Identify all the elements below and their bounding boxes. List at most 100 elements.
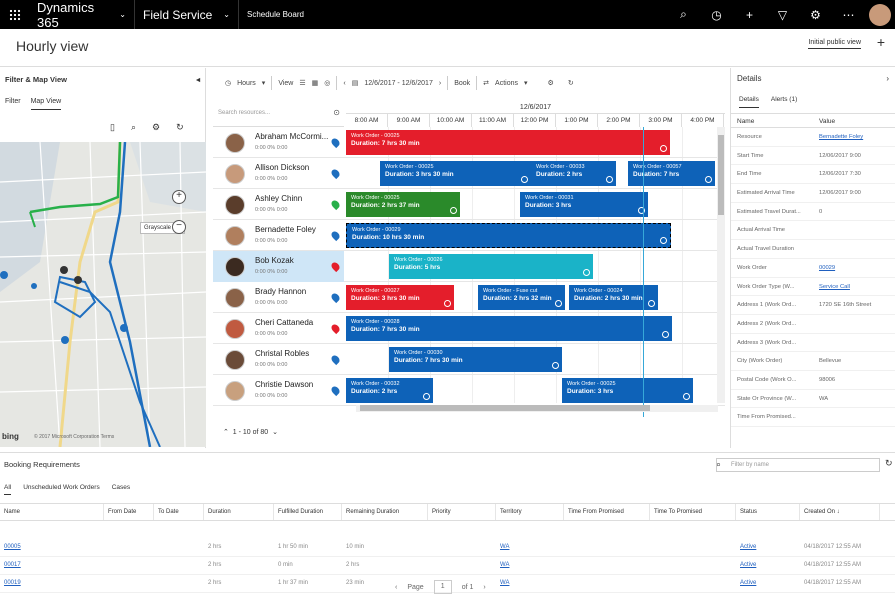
column-header[interactable]: Fulfilled Duration — [274, 504, 342, 520]
page-input[interactable]: 1 — [433, 580, 452, 594]
booking-block[interactable]: Work Order - 00026 Duration: 5 hrs — [389, 254, 593, 279]
cell-ter[interactable]: WA — [496, 557, 564, 574]
map-pin-icon[interactable] — [329, 229, 342, 242]
gear-icon[interactable]: ⚙ — [799, 8, 832, 22]
column-header[interactable]: Territory — [496, 504, 564, 520]
booking-block[interactable]: Work Order - Fuse cut Duration: 2 hrs 32 … — [478, 285, 565, 310]
map-pin-icon[interactable] — [329, 136, 342, 149]
map-pin-icon[interactable] — [329, 322, 342, 335]
next-icon[interactable]: › — [439, 80, 441, 87]
next-page-icon[interactable]: › — [483, 584, 485, 591]
resource-cell[interactable]: Bernadette Foley 0:00 0% 0:00 — [213, 220, 344, 251]
booking-block[interactable]: Work Order - 00027 Duration: 3 hrs 30 min — [346, 285, 454, 310]
filter-by-name-input[interactable]: Filter by name — [716, 458, 880, 472]
cell-name[interactable]: 00019 — [0, 575, 104, 592]
horizontal-scrollbar[interactable] — [356, 405, 718, 412]
tab-details[interactable]: Details — [739, 96, 759, 108]
column-header[interactable]: Time From Promised — [564, 504, 650, 520]
column-header[interactable]: Name — [0, 504, 104, 520]
view-selector[interactable]: Initial public view — [808, 39, 861, 49]
detail-value[interactable]: Bernadette Foley — [813, 128, 895, 146]
history-icon[interactable]: ◷ — [700, 8, 733, 22]
add-view-icon[interactable]: + — [877, 34, 885, 50]
resource-cell[interactable]: Allison Dickson 0:00 0% 0:00 — [213, 158, 344, 189]
vertical-scrollbar[interactable] — [717, 127, 725, 403]
calendar-icon[interactable]: ▤ — [352, 79, 359, 87]
gear-icon[interactable]: ⚙ — [152, 122, 160, 133]
book-button[interactable]: Book — [454, 80, 470, 87]
filter-icon[interactable]: ▽ — [766, 8, 799, 22]
booking-block[interactable]: Work Order - 00025 Duration: 2 hrs 37 min — [346, 192, 460, 217]
refresh-icon[interactable]: ↻ — [885, 458, 893, 469]
map[interactable]: Grayscale + − bing © 2017 Microsoft Corp… — [0, 142, 206, 447]
next-page-icon[interactable]: ⌄ — [272, 429, 278, 436]
detail-value[interactable]: 00029 — [813, 259, 895, 277]
booking-block[interactable]: Work Order - 00033 Duration: 2 hrs — [531, 161, 616, 186]
plus-icon[interactable]: + — [733, 8, 766, 22]
booking-block[interactable]: Work Order - 00030 Duration: 7 hrs 30 min — [389, 347, 562, 372]
column-header[interactable]: From Date — [104, 504, 154, 520]
booking-block[interactable]: Work Order - 00028 Duration: 7 hrs 30 min — [346, 316, 672, 341]
grid-icon[interactable]: ▦ — [312, 79, 319, 87]
app-launcher-icon[interactable] — [0, 0, 29, 29]
column-header[interactable]: Remaining Duration — [342, 504, 428, 520]
map-pin-icon[interactable] — [329, 353, 342, 366]
column-header[interactable]: Priority — [428, 504, 496, 520]
tab-alerts[interactable]: Alerts (1) — [771, 96, 797, 113]
resource-cell[interactable]: Cheri Cattaneda 0:00 0% 0:00 — [213, 313, 344, 344]
expand-icon[interactable]: › — [886, 74, 889, 83]
map-pin-icon[interactable] — [329, 384, 342, 397]
resource-cell[interactable]: Ashley Chinn 0:00 0% 0:00 — [213, 189, 344, 220]
column-header[interactable]: Status — [736, 504, 800, 520]
search-icon[interactable]: ⌕ — [131, 122, 136, 133]
cell-name[interactable]: 00005 — [0, 539, 104, 556]
panel-icon[interactable]: ▯ — [110, 122, 115, 133]
actions-dropdown[interactable]: Actions — [495, 80, 518, 87]
breadcrumb-schedule-board[interactable]: Schedule Board — [239, 0, 312, 29]
tab-filter[interactable]: Filter — [5, 98, 21, 118]
map-pin-icon[interactable] — [329, 198, 342, 211]
booking-block[interactable]: Work Order - 00032 Duration: 2 hrs — [346, 378, 433, 403]
search-resources-input[interactable]: Search resources... ⊙ — [213, 102, 344, 127]
map-icon[interactable]: ◎ — [324, 79, 330, 87]
column-header[interactable]: Duration — [204, 504, 274, 520]
resource-cell[interactable]: Abraham McCormi... 0:00 0% 0:00 — [213, 127, 344, 158]
zoom-in-button[interactable]: + — [172, 190, 186, 204]
scroll-thumb[interactable] — [360, 405, 650, 411]
hours-dropdown[interactable]: Hours — [237, 80, 256, 87]
resource-cell[interactable]: Christie Dawson 0:00 0% 0:00 — [213, 375, 344, 406]
cell-ter[interactable]: WA — [496, 539, 564, 556]
avatar[interactable] — [869, 3, 891, 26]
prev-icon[interactable]: ‹ — [343, 80, 345, 87]
cell-status[interactable]: Active — [736, 575, 800, 592]
map-pin-icon[interactable] — [329, 260, 342, 273]
tab-all[interactable]: All — [4, 484, 12, 495]
prev-page-icon[interactable]: ⌃ — [223, 429, 229, 436]
cell-status[interactable]: Active — [736, 557, 800, 574]
booking-block[interactable]: Work Order - 00025 Duration: 3 hrs 30 min — [380, 161, 531, 186]
tab-map-view[interactable]: Map View — [30, 98, 62, 110]
pin-icon[interactable]: ⊙ — [333, 108, 340, 117]
area-switcher[interactable]: Field Service ⌄ — [135, 0, 239, 29]
resource-cell[interactable]: Christal Robles 0:00 0% 0:00 — [213, 344, 344, 375]
column-header[interactable]: Time To Promised — [650, 504, 736, 520]
column-header[interactable]: To Date — [154, 504, 204, 520]
map-pin-icon[interactable] — [329, 291, 342, 304]
zoom-out-button[interactable]: − — [172, 220, 186, 234]
more-icon[interactable]: ⋯ — [832, 8, 865, 22]
map-pin-icon[interactable] — [329, 167, 342, 180]
scroll-thumb[interactable] — [718, 135, 724, 215]
tab-unscheduled[interactable]: Unscheduled Work Orders — [23, 484, 99, 495]
app-switcher[interactable]: Dynamics 365 ⌄ — [29, 0, 135, 30]
cell-status[interactable]: Active — [736, 539, 800, 556]
tab-cases[interactable]: Cases — [112, 484, 130, 495]
booking-block[interactable]: Work Order - 00057 Duration: 7 hrs — [628, 161, 715, 186]
gear-icon[interactable]: ⚙ — [548, 79, 554, 87]
booking-block[interactable]: Work Order - 00031 Duration: 3 hrs — [520, 192, 648, 217]
cell-name[interactable]: 00017 — [0, 557, 104, 574]
cell-ter[interactable]: WA — [496, 575, 564, 592]
detail-value[interactable]: Service Call — [813, 278, 895, 296]
collapse-icon[interactable]: ◂ — [196, 75, 200, 84]
search-icon[interactable]: ⌕ — [667, 7, 700, 22]
resource-cell[interactable]: Brady Hannon 0:00 0% 0:00 — [213, 282, 344, 313]
